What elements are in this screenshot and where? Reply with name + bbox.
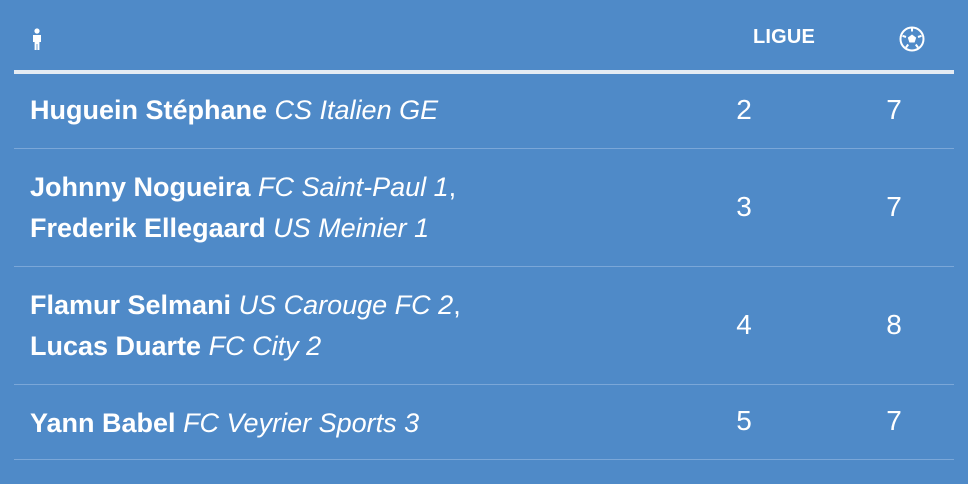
player-separator: , xyxy=(448,172,457,202)
player-club: FC Saint-Paul 1 xyxy=(258,172,449,202)
player-club: US Carouge FC 2 xyxy=(238,290,454,320)
player-entry: Johnny Nogueira FC Saint-Paul 1, xyxy=(30,167,456,208)
soccer-ball-icon xyxy=(899,26,925,52)
player-club: FC Veyrier Sports 3 xyxy=(183,408,420,438)
player-name: Lucas Duarte xyxy=(30,331,202,361)
player-club: FC City 2 xyxy=(208,331,322,361)
scorers-table: LIGUE Huguein Stéphane CS Italien GE 2 7… xyxy=(0,0,968,484)
ligue-column-header: LIGUE xyxy=(752,26,816,48)
ligue-value: 5 xyxy=(736,405,752,436)
player-entry: Yann Babel FC Veyrier Sports 3 xyxy=(30,403,419,444)
player-club: CS Italien GE xyxy=(274,95,439,125)
player-name: Frederik Ellegaard xyxy=(30,213,266,243)
players-cell: Johnny Nogueira FC Saint-Paul 1, Frederi… xyxy=(30,167,456,249)
players-cell: Flamur Selmani US Carouge FC 2, Lucas Du… xyxy=(30,285,461,367)
player-entry: Huguein Stéphane CS Italien GE xyxy=(30,90,438,131)
player-entry: Frederik Ellegaard US Meinier 1 xyxy=(30,208,456,249)
player-entry: Flamur Selmani US Carouge FC 2, xyxy=(30,285,461,326)
player-club: US Meinier 1 xyxy=(273,213,430,243)
goals-value: 7 xyxy=(886,405,902,436)
table-row: Yann Babel FC Veyrier Sports 3 5 7 xyxy=(14,385,954,460)
players-cell: Yann Babel FC Veyrier Sports 3 xyxy=(30,403,419,444)
ligue-value: 4 xyxy=(736,309,752,340)
player-separator: , xyxy=(453,290,461,320)
goals-value: 7 xyxy=(886,191,902,222)
player-entry: Lucas Duarte FC City 2 xyxy=(30,326,461,367)
player-name: Flamur Selmani xyxy=(30,290,232,320)
table-header: LIGUE xyxy=(14,0,954,70)
table-row: Huguein Stéphane CS Italien GE 2 7 xyxy=(14,74,954,149)
player-icon xyxy=(33,28,41,50)
goals-value: 7 xyxy=(886,94,902,125)
table-row: Flamur Selmani US Carouge FC 2, Lucas Du… xyxy=(14,267,954,385)
goals-value: 8 xyxy=(886,309,902,340)
ligue-value: 3 xyxy=(736,191,752,222)
ligue-value: 2 xyxy=(736,94,752,125)
player-name: Huguein Stéphane xyxy=(30,95,268,125)
player-name: Yann Babel xyxy=(30,408,176,438)
table-row: Johnny Nogueira FC Saint-Paul 1, Frederi… xyxy=(14,149,954,267)
player-name: Johnny Nogueira xyxy=(30,172,251,202)
players-cell: Huguein Stéphane CS Italien GE xyxy=(30,90,438,131)
